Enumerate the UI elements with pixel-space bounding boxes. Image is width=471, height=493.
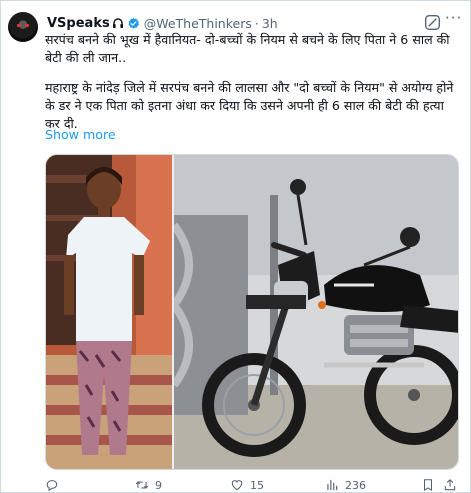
like-button[interactable]: 15 bbox=[230, 478, 264, 492]
retweet-button[interactable]: 9 bbox=[135, 478, 162, 492]
views-button[interactable]: 236 bbox=[325, 478, 366, 492]
show-more-link[interactable]: Show more bbox=[45, 127, 116, 142]
more-icon[interactable]: ··· bbox=[445, 11, 462, 29]
headphones-icon bbox=[112, 18, 123, 28]
motorcycle-photo[interactable] bbox=[174, 155, 459, 470]
reply-icon bbox=[46, 480, 58, 492]
heart-icon bbox=[231, 480, 243, 491]
separator-dot: · bbox=[254, 15, 259, 31]
timestamp[interactable]: 3h bbox=[262, 16, 278, 31]
views-count: 236 bbox=[345, 478, 366, 492]
bookmark-button[interactable] bbox=[421, 478, 441, 492]
tweet-header: VSpeaks @WeTheThinkers · 3h bbox=[47, 14, 461, 32]
retweet-count: 9 bbox=[155, 478, 162, 492]
share-button[interactable] bbox=[443, 478, 463, 492]
avatar-eye-left bbox=[17, 24, 21, 27]
avatar[interactable] bbox=[8, 12, 38, 42]
media-grid[interactable] bbox=[45, 154, 459, 470]
action-bar: 9 15 236 bbox=[45, 478, 463, 492]
share-icon bbox=[444, 479, 456, 491]
verified-badge-icon[interactable] bbox=[127, 17, 140, 30]
retweet-icon bbox=[135, 481, 149, 489]
tweet-text-line1: सरपंच बनने की भूख में हैवानियत- दो-बच्चो… bbox=[45, 32, 450, 65]
tweet-text-line2: महाराष्ट्र के नांदेड़ जिले में सरपंच बनन… bbox=[45, 80, 454, 131]
grok-icon[interactable] bbox=[424, 14, 441, 31]
views-icon bbox=[327, 479, 338, 491]
girl-photo[interactable] bbox=[46, 155, 172, 470]
reply-button[interactable] bbox=[45, 478, 65, 492]
user-handle[interactable]: @WeTheThinkers bbox=[144, 16, 252, 31]
display-name[interactable]: VSpeaks bbox=[47, 16, 110, 31]
avatar-eye-right bbox=[25, 24, 29, 27]
like-count: 15 bbox=[250, 478, 264, 492]
bookmark-icon bbox=[423, 479, 433, 491]
